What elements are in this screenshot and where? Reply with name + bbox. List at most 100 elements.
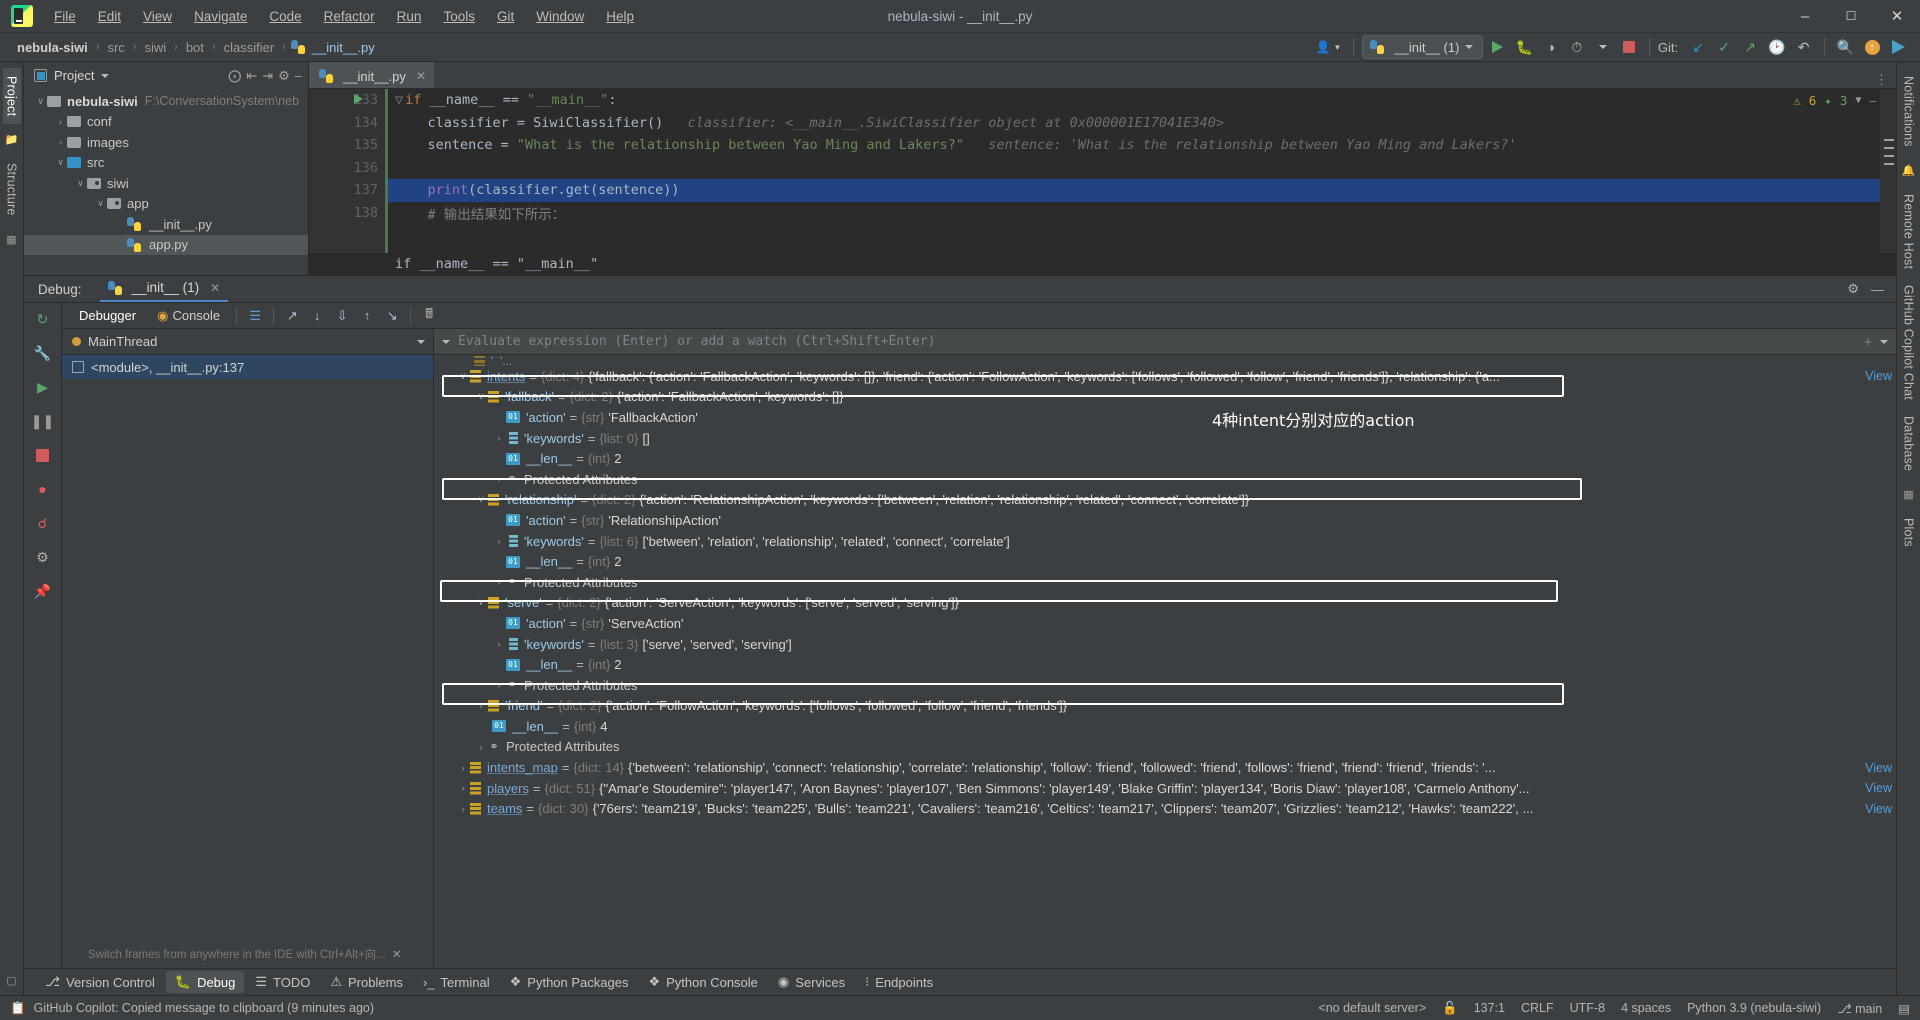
toolwindow-services[interactable]: ◉ Services — [769, 971, 854, 993]
chevron-right-icon[interactable]: › — [456, 763, 470, 773]
bookmarks-icon[interactable]: ▢ — [6, 974, 16, 987]
expand-all-icon[interactable]: ⇤ — [246, 68, 257, 84]
code-editor[interactable]: 133 134 135 136 137 138 ▽ if __name__ ==… — [309, 89, 1896, 253]
tree-node-nebula-siwi[interactable]: ∨ nebula-siwi F:\ConversationSystem\neb — [24, 91, 308, 112]
profile-dropdown-icon[interactable] — [1591, 36, 1615, 58]
chevron-right-icon[interactable]: › — [456, 804, 470, 814]
git-commit-icon[interactable]: ✓ — [1712, 36, 1736, 58]
chevron-right-icon[interactable]: › — [492, 639, 506, 649]
rail-item-copilot-chat[interactable]: GitHub Copilot Chat — [1900, 277, 1918, 408]
stop-icon[interactable] — [33, 445, 53, 465]
chevron-right-icon[interactable]: › — [54, 117, 67, 127]
menu-git[interactable]: Git — [486, 5, 525, 28]
chevron-down-icon[interactable]: ∨ — [74, 178, 87, 189]
status-interpreter[interactable]: Python 3.9 (nebula-siwi) — [1687, 1001, 1821, 1015]
variable-row[interactable]: 01 'action' = {str} 'RelationshipAction' — [434, 510, 1896, 531]
variable-row-protected-attributes[interactable]: › ⚭ Protected Attributes — [434, 737, 1896, 758]
variable-row-intents-map[interactable]: › intents_map = {dict: 14} {'between': '… — [434, 757, 1896, 778]
chevron-right-icon[interactable]: › — [492, 577, 506, 587]
menu-window[interactable]: Window — [525, 5, 595, 28]
tree-node-conf[interactable]: › conf — [24, 112, 308, 133]
pin-icon[interactable]: 📌 — [33, 581, 53, 601]
rail-item-project[interactable]: Project — [2, 68, 21, 125]
menu-navigate[interactable]: Navigate — [183, 5, 258, 28]
updates-icon[interactable]: ↑ — [1860, 36, 1884, 58]
status-indent[interactable]: 4 spaces — [1621, 1001, 1671, 1015]
breadcrumb-classifier[interactable]: classifier — [221, 39, 278, 56]
step-out-icon[interactable]: ↑ — [356, 306, 378, 326]
chevron-right-icon[interactable]: › — [492, 474, 506, 484]
chevron-right-icon[interactable]: › — [456, 783, 470, 793]
menu-edit[interactable]: Edit — [87, 5, 132, 28]
variable-row-players[interactable]: › players = {dict: 51} {"Amar'e Stoudemi… — [434, 778, 1896, 799]
tree-node-siwi[interactable]: ∨ siwi — [24, 173, 308, 194]
status-caret-position[interactable]: 137:1 — [1474, 1001, 1505, 1015]
variable-row[interactable]: › 'keywords' = {list: 6} ['between', 're… — [434, 531, 1896, 552]
variable-row[interactable]: › 'keywords' = {list: 0} [] — [434, 428, 1896, 449]
view-link[interactable]: View — [1855, 802, 1892, 816]
rail-item-database[interactable]: Database — [1900, 408, 1918, 479]
chevron-down-icon[interactable] — [442, 339, 450, 344]
chevron-down-icon[interactable]: ∨ — [94, 198, 107, 209]
run-configuration-selector[interactable]: __init__ (1) — [1362, 35, 1484, 59]
chevron-right-icon[interactable]: › — [492, 680, 506, 690]
variable-row[interactable]: › 'keywords' = {list: 3} ['serve', 'serv… — [434, 634, 1896, 655]
rail-item-notifications[interactable]: Notifications — [1900, 68, 1918, 155]
step-over-icon[interactable]: ↗ — [281, 306, 303, 326]
view-breakpoints-icon[interactable]: ● — [33, 479, 53, 499]
git-update-icon[interactable]: ↙ — [1686, 36, 1710, 58]
chevron-down-icon[interactable]: ∨ — [474, 597, 488, 608]
rail-item-plots[interactable]: Plots — [1900, 510, 1918, 555]
edit-configuration-icon[interactable]: 🔧 — [33, 343, 53, 363]
variable-row-protected-attributes[interactable]: › ⚭ Protected Attributes — [434, 572, 1896, 593]
tree-node-app[interactable]: ∨ app — [24, 194, 308, 215]
chevron-down-icon[interactable]: ∨ — [456, 371, 470, 382]
layout-settings-icon[interactable]: ☰ — [244, 306, 266, 326]
close-icon[interactable]: ✕ — [416, 69, 426, 83]
close-icon[interactable]: ✕ — [210, 281, 220, 295]
copilot-icon[interactable] — [1886, 36, 1910, 58]
chevron-down-icon[interactable] — [1880, 339, 1888, 344]
status-lock-icon[interactable]: 🔓 — [1442, 1001, 1458, 1016]
evaluate-expression-input[interactable]: Evaluate expression (Enter) or add a wat… — [458, 334, 1856, 349]
chevron-right-icon[interactable]: › — [474, 701, 488, 711]
toolwindow-version-control[interactable]: ⎇ Version Control — [36, 971, 164, 993]
evaluate-expression-icon[interactable]: 🖩 — [418, 306, 440, 326]
folder-icon[interactable]: 📁 — [5, 133, 19, 146]
tree-node-images[interactable]: › images — [24, 132, 308, 153]
variable-row[interactable]: 01 'action' = {str} 'FallbackAction' — [434, 407, 1896, 428]
pause-program-icon[interactable]: ❚❚ — [31, 411, 54, 431]
stop-icon[interactable] — [1617, 36, 1641, 58]
toolwindow-endpoints[interactable]: ⁝ Endpoints — [856, 971, 942, 993]
variable-row-protected-attributes[interactable]: › ⚭ Protected Attributes — [434, 675, 1896, 696]
chevron-down-icon[interactable] — [101, 73, 110, 78]
toolwindow-python-console[interactable]: ❖ Python Console — [639, 971, 766, 993]
code-line[interactable]: sentence = "What is the relationship bet… — [385, 134, 1896, 157]
variable-row-protected-attributes[interactable]: › ⚭ Protected Attributes — [434, 469, 1896, 490]
toolwindow-problems[interactable]: ⚠ Problems — [321, 971, 412, 993]
project-tree[interactable]: ∨ nebula-siwi F:\ConversationSystem\neb … — [24, 89, 308, 275]
coverage-icon[interactable]: ◑ — [1539, 36, 1563, 58]
chevron-right-icon[interactable]: › — [474, 742, 488, 752]
account-icon[interactable]: 👤 ▼ — [1312, 36, 1346, 58]
tab-debugger[interactable]: Debugger — [70, 306, 145, 325]
minimize-button[interactable]: – — [1782, 0, 1828, 33]
hide-inspections-icon[interactable]: — — [1869, 94, 1876, 107]
step-into-icon[interactable]: ↓ — [306, 306, 328, 326]
code-line[interactable]: # 输出结果如下所示： — [385, 202, 1896, 225]
database-icon[interactable]: ▦ — [1903, 488, 1913, 501]
toolwindow-python-packages[interactable]: ❖ Python Packages — [501, 971, 638, 993]
maximize-button[interactable]: ☐ — [1828, 0, 1874, 33]
editor-tab-init-py[interactable]: __init__.py ✕ — [309, 62, 434, 88]
resume-program-icon[interactable]: ▶ — [33, 377, 53, 397]
run-to-cursor-icon[interactable]: ↘ — [381, 306, 403, 326]
search-icon[interactable]: 🔍 — [1833, 36, 1858, 58]
tree-node-init-py[interactable]: __init__.py — [24, 214, 308, 235]
variable-row-friend[interactable]: › 'friend' = {dict: 2} {'action': 'Follo… — [434, 696, 1896, 717]
locate-icon[interactable]: ⨀ — [228, 68, 241, 84]
breadcrumb-bot[interactable]: bot — [183, 39, 207, 56]
menu-view[interactable]: View — [132, 5, 183, 28]
debug-session-tab[interactable]: __init__ (1) ✕ — [99, 276, 229, 302]
menu-help[interactable]: Help — [595, 5, 645, 28]
breadcrumb-siwi[interactable]: siwi — [141, 39, 169, 56]
